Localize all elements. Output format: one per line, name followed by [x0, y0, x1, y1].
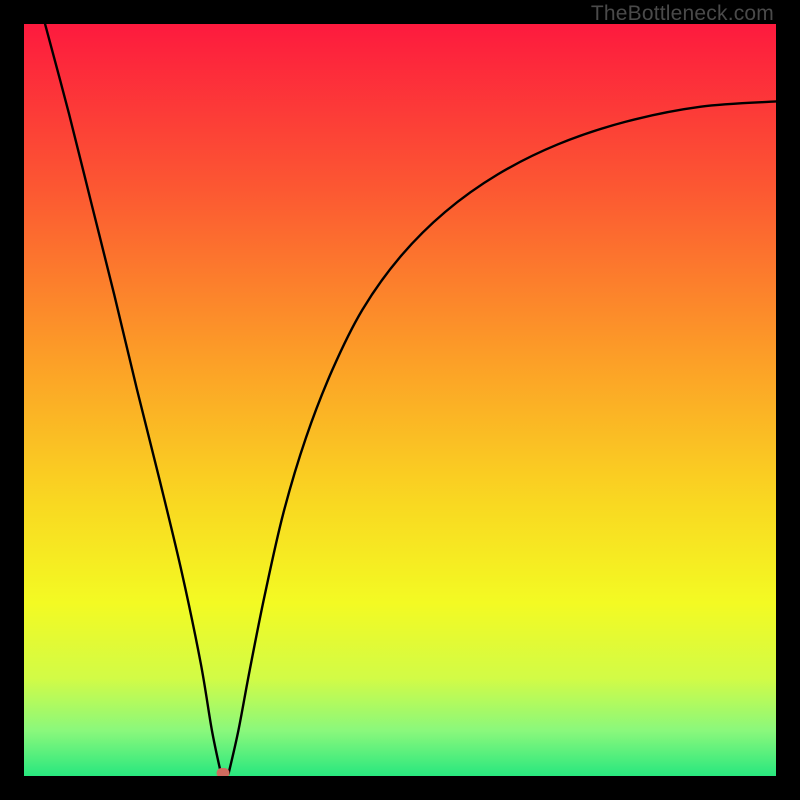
chart-frame: TheBottleneck.com [0, 0, 800, 800]
plot-area [24, 24, 776, 776]
bottleneck-curve [24, 24, 776, 776]
watermark-text: TheBottleneck.com [591, 2, 774, 26]
minimum-marker [217, 768, 230, 776]
